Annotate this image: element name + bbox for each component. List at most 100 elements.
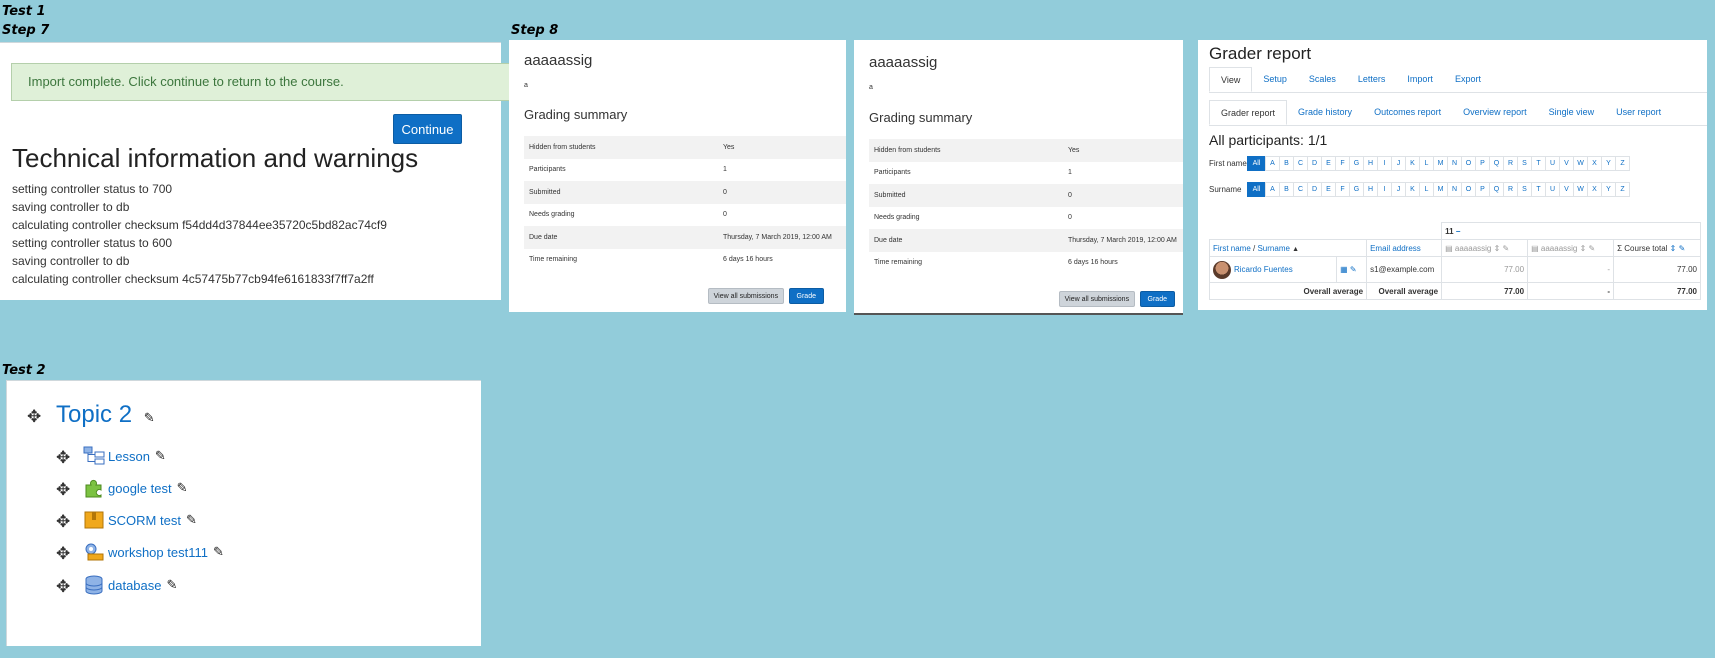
- edit-pencil-icon[interactable]: ✎: [1589, 244, 1596, 253]
- initial-letter[interactable]: B: [1279, 182, 1294, 197]
- initial-letter[interactable]: S: [1517, 156, 1532, 171]
- initial-letter[interactable]: P: [1475, 156, 1490, 171]
- initial-letter[interactable]: O: [1461, 156, 1476, 171]
- initial-letter[interactable]: K: [1405, 182, 1420, 197]
- initial-letter[interactable]: Z: [1615, 156, 1630, 171]
- move-icon[interactable]: ✥: [56, 480, 70, 500]
- tab-grade-history[interactable]: Grade history: [1287, 100, 1363, 125]
- initial-letter[interactable]: S: [1517, 182, 1532, 197]
- collapse-icon[interactable]: −: [1456, 227, 1461, 236]
- grade-cell[interactable]: 77.00: [1441, 256, 1529, 283]
- initial-letter[interactable]: N: [1447, 156, 1462, 171]
- initial-letter[interactable]: U: [1545, 156, 1560, 171]
- initial-all[interactable]: All: [1247, 182, 1266, 197]
- move-icon[interactable]: ✥: [27, 407, 41, 427]
- initial-letter[interactable]: P: [1475, 182, 1490, 197]
- initial-letter[interactable]: X: [1587, 182, 1602, 197]
- sort-icon[interactable]: ⇕: [1494, 244, 1501, 253]
- view-all-submissions-button[interactable]: View all submissions: [1058, 291, 1136, 307]
- tab-outcomes-report[interactable]: Outcomes report: [1363, 100, 1452, 125]
- move-icon[interactable]: ✥: [56, 448, 70, 468]
- sort-surname-link[interactable]: Surname: [1257, 244, 1289, 253]
- initial-letter[interactable]: F: [1335, 156, 1350, 171]
- initial-letter[interactable]: D: [1307, 182, 1322, 197]
- initial-letter[interactable]: E: [1321, 182, 1336, 197]
- edit-pencil-icon[interactable]: ✎: [186, 512, 197, 528]
- initial-letter[interactable]: X: [1587, 156, 1602, 171]
- activity-link[interactable]: Lesson: [108, 449, 150, 464]
- tab-overview-report[interactable]: Overview report: [1452, 100, 1538, 125]
- initial-letter[interactable]: A: [1265, 182, 1280, 197]
- initial-letter[interactable]: K: [1405, 156, 1420, 171]
- grade-button[interactable]: Grade: [1139, 291, 1175, 307]
- sort-icon[interactable]: ⇕: [1670, 244, 1677, 253]
- activity-link[interactable]: google test: [108, 481, 172, 496]
- student-name-link[interactable]: Ricardo Fuentes: [1234, 265, 1293, 274]
- initial-letter[interactable]: B: [1279, 156, 1294, 171]
- initial-letter[interactable]: G: [1349, 182, 1364, 197]
- initial-letter[interactable]: F: [1335, 182, 1350, 197]
- initial-letter[interactable]: N: [1447, 182, 1462, 197]
- initial-letter[interactable]: A: [1265, 156, 1280, 171]
- initial-letter[interactable]: Q: [1489, 182, 1504, 197]
- initial-letter[interactable]: V: [1559, 156, 1574, 171]
- move-icon[interactable]: ✥: [56, 544, 70, 564]
- initial-letter[interactable]: R: [1503, 156, 1518, 171]
- initial-letter[interactable]: Y: [1601, 156, 1616, 171]
- tab-setup[interactable]: Setup: [1252, 67, 1298, 92]
- initial-letter[interactable]: C: [1293, 156, 1308, 171]
- activity-link[interactable]: database: [108, 578, 162, 593]
- initial-all[interactable]: All: [1247, 156, 1266, 171]
- tab-letters[interactable]: Letters: [1347, 67, 1397, 92]
- grade-button[interactable]: Grade: [788, 288, 824, 304]
- initial-letter[interactable]: M: [1433, 182, 1448, 197]
- edit-pencil-icon[interactable]: ✎: [1350, 265, 1357, 274]
- grade-item-link[interactable]: aaaaassig: [1541, 244, 1577, 253]
- initial-letter[interactable]: J: [1391, 182, 1406, 197]
- edit-pencil-icon[interactable]: ✎: [144, 410, 155, 426]
- activity-link[interactable]: workshop test111: [108, 545, 208, 560]
- tab-scales[interactable]: Scales: [1298, 67, 1347, 92]
- initial-letter[interactable]: Y: [1601, 182, 1616, 197]
- initial-letter[interactable]: D: [1307, 156, 1322, 171]
- grade-item-link[interactable]: aaaaassig: [1455, 244, 1491, 253]
- tab-single-view[interactable]: Single view: [1538, 100, 1606, 125]
- initial-letter[interactable]: H: [1363, 182, 1378, 197]
- edit-pencil-icon[interactable]: ✎: [1503, 244, 1510, 253]
- grade-table-icon[interactable]: ▦: [1340, 265, 1348, 274]
- sort-email-link[interactable]: Email address: [1370, 244, 1421, 253]
- initial-letter[interactable]: W: [1573, 156, 1588, 171]
- initial-letter[interactable]: V: [1559, 182, 1574, 197]
- initial-letter[interactable]: I: [1377, 156, 1392, 171]
- initial-letter[interactable]: L: [1419, 182, 1434, 197]
- initial-letter[interactable]: Z: [1615, 182, 1630, 197]
- move-icon[interactable]: ✥: [56, 512, 70, 532]
- initial-letter[interactable]: E: [1321, 156, 1336, 171]
- edit-pencil-icon[interactable]: ✎: [167, 577, 178, 593]
- initial-letter[interactable]: R: [1503, 182, 1518, 197]
- continue-button[interactable]: Continue: [393, 114, 462, 144]
- initial-letter[interactable]: G: [1349, 156, 1364, 171]
- initial-letter[interactable]: C: [1293, 182, 1308, 197]
- initial-letter[interactable]: H: [1363, 156, 1378, 171]
- initial-letter[interactable]: L: [1419, 156, 1434, 171]
- edit-pencil-icon[interactable]: ✎: [155, 448, 166, 464]
- initial-letter[interactable]: T: [1531, 182, 1546, 197]
- topic-title-link[interactable]: Topic 2: [56, 401, 132, 428]
- tab-import[interactable]: Import: [1396, 67, 1444, 92]
- initial-letter[interactable]: Q: [1489, 156, 1504, 171]
- move-icon[interactable]: ✥: [56, 577, 70, 597]
- grade-cell[interactable]: -: [1527, 256, 1615, 283]
- tab-export[interactable]: Export: [1444, 67, 1492, 92]
- tab-user-report[interactable]: User report: [1605, 100, 1672, 125]
- initial-letter[interactable]: J: [1391, 156, 1406, 171]
- edit-pencil-icon[interactable]: ✎: [213, 544, 224, 560]
- sort-icon[interactable]: ⇕: [1580, 244, 1587, 253]
- edit-pencil-icon[interactable]: ✎: [1679, 244, 1686, 253]
- tab-view[interactable]: View: [1209, 67, 1253, 92]
- course-total-cell[interactable]: 77.00: [1613, 256, 1701, 283]
- initial-letter[interactable]: W: [1573, 182, 1588, 197]
- tab-grader-report[interactable]: Grader report: [1209, 100, 1288, 125]
- edit-pencil-icon[interactable]: ✎: [177, 480, 188, 496]
- initial-letter[interactable]: T: [1531, 156, 1546, 171]
